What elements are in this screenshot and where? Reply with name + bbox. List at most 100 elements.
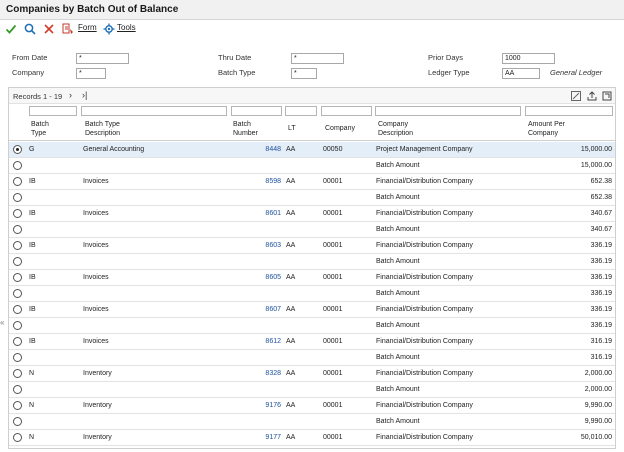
qbe-batch-type[interactable] xyxy=(29,106,77,116)
row-select-radio[interactable] xyxy=(13,369,22,378)
row-select-radio[interactable] xyxy=(13,209,22,218)
close-icon[interactable] xyxy=(42,22,56,36)
table-row[interactable]: Batch Amount 336.19 xyxy=(9,254,615,270)
table-row[interactable]: Batch Amount 652.38 xyxy=(9,190,615,206)
cell-company: 00001 xyxy=(323,210,343,217)
table-row[interactable]: G General Accounting 8448 AA 00050 Project Ma… xyxy=(9,142,615,158)
last-page-icon[interactable]: ›| xyxy=(82,90,87,100)
cell-batch-type-description: Invoices xyxy=(83,178,109,185)
cell-batch-number[interactable]: 8448 xyxy=(265,146,281,153)
table-row[interactable]: IB Invoices 8601 AA 00001 Financial/Distribut… xyxy=(9,206,615,222)
table-row[interactable]: Batch Amount 9,990.00 xyxy=(9,414,615,430)
table-row[interactable]: Batch Amount 336.19 xyxy=(9,318,615,334)
cell-company-description: Batch Amount xyxy=(376,162,420,169)
fullscreen-icon[interactable] xyxy=(601,90,612,101)
table-row[interactable]: IB Invoices 8607 AA 00001 Financial/Distribut… xyxy=(9,302,615,318)
company-field[interactable] xyxy=(76,68,106,79)
cell-batch-type-description: Invoices xyxy=(83,210,109,217)
qbe-company[interactable] xyxy=(321,106,372,116)
row-select-radio[interactable] xyxy=(13,225,22,234)
chevron-right-icon[interactable]: › xyxy=(69,90,72,100)
row-select-radio[interactable] xyxy=(13,401,22,410)
cell-batch-number[interactable]: 8603 xyxy=(265,242,281,249)
table-row[interactable]: Batch Amount 15,000.00 xyxy=(9,158,615,174)
search-icon[interactable] xyxy=(23,22,37,36)
table-row[interactable]: IB Invoices 8605 AA 00001 Financial/Distribut… xyxy=(9,270,615,286)
table-row[interactable]: IB Invoices 8598 AA 00001 Financial/Distribut… xyxy=(9,174,615,190)
cell-company: 00001 xyxy=(323,178,343,185)
cell-amount: 340.67 xyxy=(590,226,612,233)
cell-lt: AA xyxy=(286,274,296,281)
cell-batch-number[interactable]: 8601 xyxy=(265,210,281,217)
qbe-batch-type-description[interactable] xyxy=(81,106,227,116)
table-row[interactable]: N Inventory 8328 AA 00001 Financial/Distribut… xyxy=(9,366,615,382)
header-batch-number[interactable]: Batch Number xyxy=(233,121,258,138)
export-icon[interactable] xyxy=(586,90,597,101)
cell-batch-number[interactable]: 8328 xyxy=(265,370,281,377)
header-batch-type-description[interactable]: Batch Type Description xyxy=(85,121,120,138)
cell-batch-number[interactable]: 8612 xyxy=(265,338,281,345)
prior-days-field[interactable] xyxy=(502,53,555,64)
cell-company-description: Financial/Distribution Company xyxy=(376,242,473,249)
cell-company: 00001 xyxy=(323,402,343,409)
cell-company-description: Financial/Distribution Company xyxy=(376,306,473,313)
table-row[interactable]: Batch Amount 336.19 xyxy=(9,286,615,302)
row-select-radio[interactable] xyxy=(13,337,22,346)
cell-batch-number[interactable]: 9177 xyxy=(265,434,281,441)
table-row[interactable]: IB Invoices 8603 AA 00001 Financial/Distribut… xyxy=(9,238,615,254)
row-select-radio[interactable] xyxy=(13,321,22,330)
batch-type-field[interactable] xyxy=(291,68,317,79)
row-select-radio[interactable] xyxy=(13,145,22,154)
form-icon[interactable] xyxy=(61,22,75,36)
qbe-company-description[interactable] xyxy=(375,106,521,116)
form-menu[interactable]: Form xyxy=(78,23,97,32)
table-row[interactable]: Batch Amount 316.19 xyxy=(9,350,615,366)
table-row[interactable]: N Inventory 9176 AA 00001 Financial/Distribut… xyxy=(9,398,615,414)
table-row[interactable]: Batch Amount 2,000.00 xyxy=(9,382,615,398)
row-select-radio[interactable] xyxy=(13,305,22,314)
row-select-radio[interactable] xyxy=(13,241,22,250)
row-select-radio[interactable] xyxy=(13,417,22,426)
thru-date-field[interactable] xyxy=(291,53,344,64)
header-batch-type[interactable]: Batch Type xyxy=(31,121,49,138)
cell-amount: 652.38 xyxy=(590,194,612,201)
cell-batch-number[interactable]: 9176 xyxy=(265,402,281,409)
gear-icon[interactable] xyxy=(102,22,116,36)
qbe-lt[interactable] xyxy=(285,106,317,116)
row-select-radio[interactable] xyxy=(13,257,22,266)
cell-amount: 9,990.00 xyxy=(584,402,612,409)
checkmark-icon[interactable] xyxy=(4,22,18,36)
row-select-radio[interactable] xyxy=(13,193,22,202)
ledger-type-field[interactable] xyxy=(502,68,540,79)
header-company-description[interactable]: Company Description xyxy=(378,121,413,138)
row-select-radio[interactable] xyxy=(13,385,22,394)
qbe-amount[interactable] xyxy=(525,106,613,116)
row-select-radio[interactable] xyxy=(13,289,22,298)
header-amount-per-company[interactable]: Amount Per Company xyxy=(528,121,565,138)
from-date-field[interactable] xyxy=(76,53,129,64)
cell-amount: 9,990.00 xyxy=(584,418,612,425)
cell-company: 00001 xyxy=(323,306,343,313)
personalize-icon[interactable] xyxy=(570,90,581,101)
cell-batch-number[interactable]: 8605 xyxy=(265,274,281,281)
cell-company: 00001 xyxy=(323,370,343,377)
row-select-radio[interactable] xyxy=(13,353,22,362)
cell-company-description: Financial/Distribution Company xyxy=(376,434,473,441)
header-lt[interactable]: LT xyxy=(288,125,296,134)
from-date-label: From Date xyxy=(12,53,48,62)
table-row[interactable]: IB Invoices 8612 AA 00001 Financial/Distribut… xyxy=(9,334,615,350)
table-row[interactable]: Batch Amount 340.67 xyxy=(9,222,615,238)
cell-lt: AA xyxy=(286,306,296,313)
collapse-handle-icon[interactable]: « xyxy=(0,318,7,328)
row-select-radio[interactable] xyxy=(13,161,22,170)
tools-menu[interactable]: Tools xyxy=(117,23,136,32)
cell-amount: 652.38 xyxy=(590,178,612,185)
row-select-radio[interactable] xyxy=(13,273,22,282)
row-select-radio[interactable] xyxy=(13,177,22,186)
table-row[interactable]: N Inventory 9177 AA 00001 Financial/Distribut… xyxy=(9,430,615,446)
header-company[interactable]: Company xyxy=(325,125,355,134)
row-select-radio[interactable] xyxy=(13,433,22,442)
cell-batch-number[interactable]: 8598 xyxy=(265,178,281,185)
cell-batch-number[interactable]: 8607 xyxy=(265,306,281,313)
qbe-batch-number[interactable] xyxy=(231,106,282,116)
